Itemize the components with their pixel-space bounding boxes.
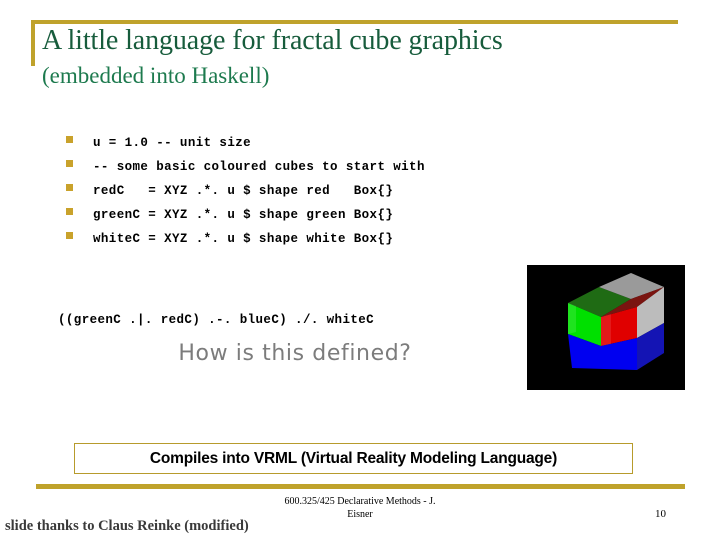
code-bullet-list: u = 1.0 -- unit size -- some basic colou… xyxy=(66,136,626,256)
slide-credit: slide thanks to Claus Reinke (modified) xyxy=(5,518,249,534)
code-line: u = 1.0 -- unit size xyxy=(93,136,252,150)
list-item: redC = XYZ .*. u $ shape red Box{} xyxy=(66,184,626,208)
cube-render-image xyxy=(527,265,685,390)
title-left-rule xyxy=(31,20,35,66)
bullet-square-icon xyxy=(66,208,73,215)
bullet-square-icon xyxy=(66,184,73,191)
code-line: whiteC = XYZ .*. u $ shape white Box{} xyxy=(93,232,394,246)
bullet-square-icon xyxy=(66,232,73,239)
code-line: redC = XYZ .*. u $ shape red Box{} xyxy=(93,184,394,198)
code-line: -- some basic coloured cubes to start wi… xyxy=(93,160,425,174)
list-item: whiteC = XYZ .*. u $ shape white Box{} xyxy=(66,232,626,256)
slide-canvas: A little language for fractal cube graph… xyxy=(0,0,720,540)
vrml-caption-text: Compiles into VRML (Virtual Reality Mode… xyxy=(149,449,558,467)
title-secondary: (embedded into Haskell) xyxy=(42,63,270,88)
fractal-cube-graphic xyxy=(527,265,685,390)
bullet-square-icon xyxy=(66,160,73,167)
page-number: 10 xyxy=(655,508,666,520)
list-item: -- some basic coloured cubes to start wi… xyxy=(66,160,626,184)
list-item: greenC = XYZ .*. u $ shape green Box{} xyxy=(66,208,626,232)
title-primary: A little language for fractal cube graph… xyxy=(42,25,503,56)
code-line: greenC = XYZ .*. u $ shape green Box{} xyxy=(93,208,394,222)
page-title: A little language for fractal cube graph… xyxy=(42,24,682,90)
bullet-square-icon xyxy=(66,136,73,143)
list-item: u = 1.0 -- unit size xyxy=(66,136,626,160)
vrml-caption-box: Compiles into VRML (Virtual Reality Mode… xyxy=(74,443,633,474)
question-text: How is this defined? xyxy=(178,341,412,366)
expression-line: ((greenC .|. redC) .-. blueC) ./. whiteC xyxy=(58,313,375,327)
footer-course-line-1: 600.325/425 Declarative Methods - J. xyxy=(284,496,436,507)
footer-rule xyxy=(36,484,685,489)
